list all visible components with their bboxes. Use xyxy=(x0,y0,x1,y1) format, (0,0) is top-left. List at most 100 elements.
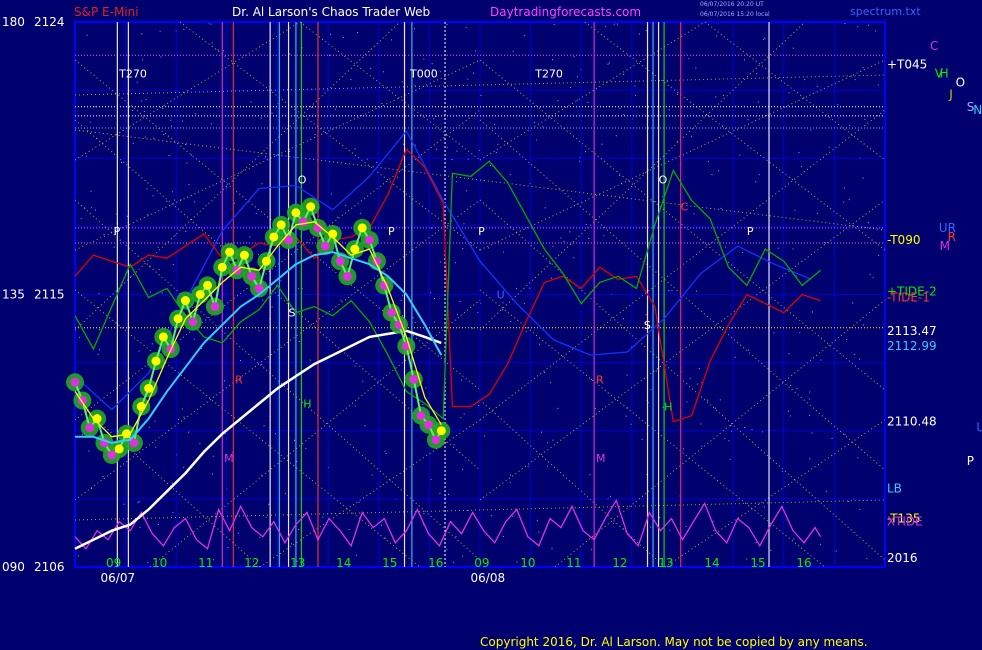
star-dot xyxy=(551,547,553,549)
star-dot xyxy=(390,39,392,41)
star-dot xyxy=(713,529,715,531)
star-dot xyxy=(867,222,869,224)
star-dot xyxy=(249,236,251,238)
star-dot xyxy=(751,429,753,431)
line-letter: P xyxy=(114,225,121,238)
star-dot xyxy=(825,490,827,492)
star-dot xyxy=(294,439,295,441)
star-dot xyxy=(844,23,846,24)
star-dot xyxy=(250,101,252,103)
star-dot xyxy=(716,35,718,37)
star-dot xyxy=(143,110,145,112)
star-dot xyxy=(465,27,467,29)
star-dot xyxy=(502,536,504,537)
price-dot xyxy=(276,220,286,230)
star-dot xyxy=(95,209,96,211)
star-dot xyxy=(168,155,170,156)
star-dot xyxy=(423,58,425,60)
price-dot xyxy=(188,317,198,327)
star-dot xyxy=(223,50,224,52)
star-dot xyxy=(130,275,132,277)
star-dot xyxy=(150,291,151,293)
star-dot xyxy=(298,529,300,530)
star-dot xyxy=(181,408,183,410)
star-dot xyxy=(195,113,197,115)
star-dot xyxy=(191,154,193,156)
star-dot xyxy=(533,121,535,123)
star-dot xyxy=(789,415,791,417)
star-dot xyxy=(142,59,144,61)
price-dot xyxy=(335,256,345,266)
star-dot xyxy=(725,246,727,248)
star-dot xyxy=(617,23,618,25)
star-dot xyxy=(706,399,708,401)
star-dot xyxy=(113,246,115,248)
star-dot xyxy=(147,561,149,563)
star-dot xyxy=(436,148,437,150)
star-dot xyxy=(489,165,491,167)
star-dot xyxy=(758,101,759,103)
price-dot xyxy=(203,280,213,290)
star-dot xyxy=(623,113,625,115)
x-tick-label: 15 xyxy=(382,556,397,570)
line-letter: C xyxy=(681,201,689,214)
star-dot xyxy=(342,37,344,38)
star-dot xyxy=(550,382,551,384)
star-dot xyxy=(138,350,140,352)
price-dot xyxy=(423,420,433,430)
star-dot xyxy=(862,177,864,179)
right-level-label: -T090 xyxy=(887,233,920,247)
star-dot xyxy=(354,405,356,407)
star-dot xyxy=(329,54,330,56)
price-dot xyxy=(436,426,446,436)
star-dot xyxy=(162,108,164,110)
star-dot xyxy=(126,215,128,217)
star-dot xyxy=(298,288,300,290)
star-dot xyxy=(793,538,795,540)
timestamp-ut: 06/07/2016 20:20 UT xyxy=(700,1,764,8)
line-letter: U xyxy=(497,289,505,302)
star-dot xyxy=(160,56,162,58)
star-dot xyxy=(816,85,818,87)
star-dot xyxy=(412,317,414,319)
star-dot xyxy=(154,420,156,422)
star-dot xyxy=(455,262,457,264)
star-dot xyxy=(758,174,760,176)
star-dot xyxy=(552,439,554,441)
star-dot xyxy=(625,415,627,417)
star-dot xyxy=(835,550,837,552)
star-dot xyxy=(211,473,213,475)
x-tick-label: 09 xyxy=(474,556,489,570)
star-dot xyxy=(676,93,678,95)
star-dot xyxy=(123,503,125,505)
star-dot xyxy=(573,257,575,259)
star-dot xyxy=(381,103,383,104)
price-dot xyxy=(225,247,235,257)
x-tick-label: 11 xyxy=(566,556,581,570)
star-dot xyxy=(460,417,462,419)
site-link[interactable]: Daytradingforecasts.com xyxy=(490,5,641,19)
star-dot xyxy=(227,547,229,549)
star-dot xyxy=(801,166,802,168)
star-dot xyxy=(430,292,431,294)
star-dot xyxy=(467,78,469,80)
star-dot xyxy=(433,118,435,120)
star-dot xyxy=(698,368,700,370)
star-dot xyxy=(81,434,83,436)
star-dot xyxy=(560,237,562,239)
star-dot xyxy=(446,147,448,149)
x-tick-label: 13 xyxy=(290,556,305,570)
x-tick-label: 15 xyxy=(750,556,765,570)
star-dot xyxy=(746,558,748,560)
star-dot xyxy=(719,399,721,401)
star-dot xyxy=(516,287,517,289)
star-dot xyxy=(384,537,386,539)
line-letter: S xyxy=(289,307,296,320)
star-dot xyxy=(695,67,697,69)
star-dot xyxy=(462,248,464,249)
star-dot xyxy=(155,446,157,448)
star-dot xyxy=(857,457,859,459)
star-dot xyxy=(440,261,442,263)
star-dot xyxy=(335,108,336,110)
star-dot xyxy=(210,23,212,25)
